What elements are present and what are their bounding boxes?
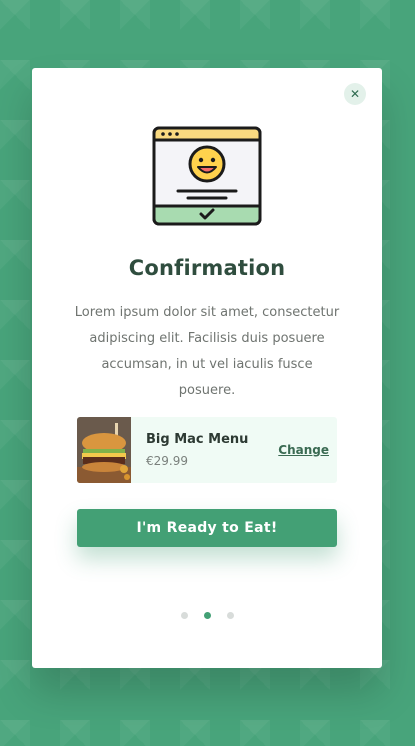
browser-smiley-checkmark-icon [152, 126, 262, 226]
product-name: Big Mac Menu [146, 432, 249, 447]
burger-photo [77, 417, 131, 483]
pager-dot-2[interactable] [203, 612, 211, 619]
modal-title: Confirmation [128, 256, 286, 280]
pager-dot-3[interactable] [226, 612, 234, 619]
pager-dots [32, 612, 382, 619]
close-button[interactable]: ✕ [344, 83, 366, 105]
modal-description: Lorem ipsum dolor sit amet, consectetur … [74, 305, 340, 398]
pager-dot-1[interactable] [180, 612, 188, 619]
close-icon: ✕ [349, 87, 361, 101]
ready-to-eat-button[interactable]: I'm Ready to Eat! [77, 509, 337, 547]
product-price: €29.99 [146, 454, 188, 468]
change-link[interactable]: Change [278, 443, 329, 457]
confirmation-modal: ✕ Confirmation Lorem ipsum dolor sit ame… [32, 68, 382, 668]
product-card: Big Mac Menu €29.99 Change [77, 417, 337, 483]
